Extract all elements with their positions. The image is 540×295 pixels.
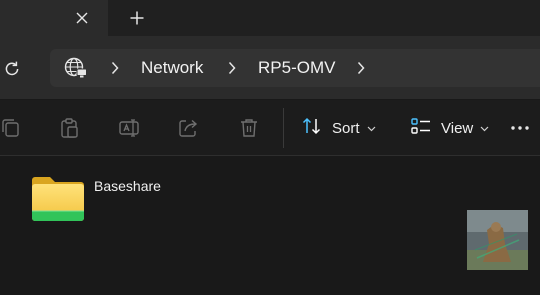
chevron-down-icon xyxy=(480,119,489,137)
view-button[interactable]: View xyxy=(410,117,489,139)
breadcrumb-network[interactable]: Network xyxy=(141,57,203,79)
close-icon[interactable] xyxy=(72,8,92,28)
chevron-right-icon[interactable] xyxy=(227,60,237,76)
more-icon[interactable] xyxy=(510,117,540,139)
folder-icon[interactable] xyxy=(30,174,86,226)
sort-arrows-icon xyxy=(301,115,323,142)
chevron-right-icon[interactable] xyxy=(356,60,366,76)
view-label: View xyxy=(441,119,474,137)
globe-icon xyxy=(64,57,88,79)
view-list-icon xyxy=(410,115,432,142)
photo-thumbnail xyxy=(467,210,528,270)
toolbar-divider xyxy=(283,108,284,148)
delete-icon[interactable] xyxy=(238,117,260,139)
paste-icon[interactable] xyxy=(58,117,80,139)
tab-strip xyxy=(0,0,540,36)
copy-icon[interactable] xyxy=(0,117,22,139)
chevron-right-icon[interactable] xyxy=(110,60,120,76)
refresh-icon[interactable] xyxy=(1,58,23,80)
folder-name[interactable]: Baseshare xyxy=(94,178,161,194)
chevron-down-icon xyxy=(367,119,376,137)
breadcrumb-rp5-omv[interactable]: RP5-OMV xyxy=(258,57,335,79)
rename-icon[interactable] xyxy=(118,117,140,139)
plus-icon[interactable] xyxy=(127,8,147,28)
share-icon[interactable] xyxy=(177,117,199,139)
sort-button[interactable]: Sort xyxy=(301,117,376,139)
sort-label: Sort xyxy=(332,119,360,137)
